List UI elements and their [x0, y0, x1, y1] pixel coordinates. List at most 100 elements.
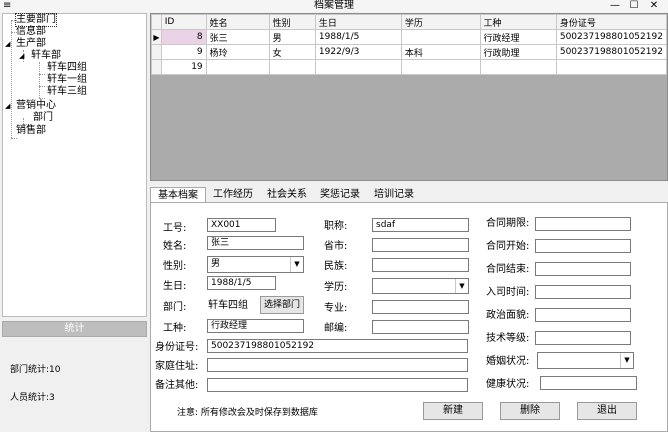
- grid-cell[interactable]: 500237198801052192: [555, 44, 667, 60]
- province-field[interactable]: [372, 238, 469, 252]
- column-header[interactable]: 性别: [268, 14, 316, 30]
- column-header[interactable]: 工种: [479, 14, 557, 30]
- grid-cell[interactable]: 1988/1/5: [314, 29, 402, 45]
- close-icon[interactable]: ✕: [646, 0, 662, 12]
- job-type-field[interactable]: 行政经理: [207, 319, 304, 333]
- grid-cell[interactable]: 行政经理: [479, 29, 557, 45]
- tree-node-dept[interactable]: 部门: [33, 112, 53, 124]
- tree-node-marketing-center[interactable]: 营销中心: [16, 100, 56, 112]
- grid-cell[interactable]: 19: [160, 59, 207, 75]
- grid-cell[interactable]: 本科: [400, 44, 481, 60]
- tree-node-car-group-3[interactable]: 轩车三组: [47, 86, 87, 98]
- contract-start-field[interactable]: [535, 239, 631, 253]
- grid-cell[interactable]: 9: [160, 44, 207, 60]
- delete-button[interactable]: 删除: [500, 402, 560, 420]
- contract-end-label: 合同结束:: [486, 264, 530, 275]
- chevron-down-icon[interactable]: ▼: [620, 353, 633, 368]
- grid-cell[interactable]: 500237198801052192: [555, 29, 667, 45]
- remark-field[interactable]: [207, 378, 468, 392]
- grid-cell[interactable]: 张三: [205, 29, 270, 45]
- major-field[interactable]: [372, 300, 469, 314]
- name-field[interactable]: 张三: [207, 236, 304, 250]
- table-row[interactable]: 9 杨玲 女 1922/9/3 本科 行政助理 5002371988010521…: [151, 44, 667, 60]
- row-header[interactable]: [151, 44, 162, 60]
- select-dept-button[interactable]: 选择部门: [260, 296, 304, 314]
- title-bar: ≡ 档案管理 — ☐ ✕: [0, 0, 668, 12]
- grid-cell[interactable]: [400, 29, 481, 45]
- grid-header-row: ID 姓名 性别 生日 学历 工种 身份证号: [151, 14, 667, 30]
- row-header[interactable]: [151, 59, 162, 75]
- tree-node-car-group-1[interactable]: 轩车一组: [47, 74, 87, 86]
- tree-expander-icon[interactable]: ◢: [5, 100, 10, 112]
- tab-training-records[interactable]: 培训记录: [369, 187, 419, 203]
- marital-select[interactable]: ▼: [537, 352, 634, 369]
- grid-cell[interactable]: [205, 59, 270, 75]
- health-label: 健康状况:: [486, 379, 530, 390]
- tree-expander-icon[interactable]: ◢: [5, 38, 10, 50]
- major-label: 专业:: [324, 303, 348, 314]
- employee-grid[interactable]: ID 姓名 性别 生日 学历 工种 身份证号 ▶ 8 张三 男 1988/1/5…: [150, 13, 668, 181]
- contract-start-label: 合同开始:: [486, 241, 530, 252]
- grid-cell[interactable]: [314, 59, 402, 75]
- remark-label: 备注其他:: [155, 380, 199, 391]
- title-field[interactable]: sdaf: [372, 218, 469, 232]
- basic-profile-panel: 工号: XX001 姓名: 张三 性别: 男 ▼ 生日: 1988/1/5 部门…: [150, 202, 668, 432]
- new-button[interactable]: 新建: [423, 402, 483, 420]
- column-header[interactable]: 学历: [400, 14, 481, 30]
- minimize-icon[interactable]: —: [607, 0, 623, 12]
- chevron-down-icon[interactable]: ▼: [455, 279, 468, 293]
- maximize-icon[interactable]: ☐: [626, 0, 642, 12]
- stats-header: 统计: [2, 321, 147, 337]
- tree-node-car-dept[interactable]: 轩车部: [31, 50, 61, 62]
- contract-term-label: 合同期限:: [486, 218, 530, 229]
- column-header[interactable]: 生日: [314, 14, 402, 30]
- tab-social-relations[interactable]: 社会关系: [262, 187, 312, 203]
- grid-cell[interactable]: 1922/9/3: [314, 44, 402, 60]
- grid-cell[interactable]: 女: [268, 44, 316, 60]
- person-count: 人员统计:3: [10, 393, 55, 403]
- tree-expander-icon[interactable]: ◢: [19, 50, 24, 62]
- education-label: 学历:: [324, 282, 348, 293]
- archive-window: ≡ 档案管理 — ☐ ✕ 主要部门 信息部 ◢ 生产部 ◢ 轩车部 轩车四组 轩…: [0, 0, 668, 432]
- birthday-label: 生日:: [163, 281, 187, 292]
- tab-work-history[interactable]: 工作经历: [208, 187, 258, 203]
- education-select[interactable]: ▼: [372, 278, 469, 294]
- grid-cell[interactable]: 男: [268, 29, 316, 45]
- column-header[interactable]: 身份证号: [555, 14, 667, 30]
- tree-node-sales-dept[interactable]: 销售部: [16, 125, 46, 137]
- contract-end-field[interactable]: [535, 262, 631, 276]
- column-header[interactable]: ID: [160, 14, 207, 30]
- table-row[interactable]: 19: [151, 59, 667, 75]
- address-field[interactable]: [207, 358, 468, 372]
- grid-cell[interactable]: 行政助理: [479, 44, 557, 60]
- job-no-field[interactable]: XX001: [207, 218, 276, 232]
- ethnic-field[interactable]: [372, 258, 469, 272]
- gender-select[interactable]: 男 ▼: [207, 256, 304, 273]
- grid-cell[interactable]: [479, 59, 557, 75]
- health-field[interactable]: [540, 376, 637, 390]
- row-header-corner: [151, 14, 162, 30]
- grid-cell[interactable]: 8: [160, 29, 207, 45]
- tab-basic-profile[interactable]: 基本档案: [150, 187, 206, 203]
- chevron-down-icon[interactable]: ▼: [290, 257, 303, 272]
- political-field[interactable]: [535, 308, 631, 322]
- grid-cell[interactable]: [555, 59, 667, 75]
- grid-cell[interactable]: 杨玲: [205, 44, 270, 60]
- tree-node-info-dept[interactable]: 信息部: [16, 26, 46, 38]
- id-no-field[interactable]: 500237198801052192: [207, 339, 468, 353]
- postcode-field[interactable]: [372, 320, 469, 334]
- skill-field[interactable]: [535, 331, 631, 345]
- table-row[interactable]: ▶ 8 张三 男 1988/1/5 行政经理 50023719880105219…: [151, 29, 667, 45]
- exit-button[interactable]: 退出: [577, 402, 637, 420]
- hire-date-field[interactable]: [535, 285, 631, 299]
- grid-cell[interactable]: [400, 59, 481, 75]
- tree-node-car-group-4[interactable]: 轩车四组: [47, 62, 87, 74]
- column-header[interactable]: 姓名: [205, 14, 270, 30]
- department-tree[interactable]: 主要部门 信息部 ◢ 生产部 ◢ 轩车部 轩车四组 轩车一组 轩车三组 ◢ 营销…: [2, 13, 147, 317]
- birthday-field[interactable]: 1988/1/5: [207, 276, 276, 290]
- tab-rewards-penalties[interactable]: 奖惩记录: [315, 187, 365, 203]
- grid-cell[interactable]: [268, 59, 316, 75]
- tree-node-main-dept[interactable]: 主要部门: [15, 13, 57, 27]
- contract-term-field[interactable]: [535, 217, 631, 231]
- tree-node-production-dept[interactable]: 生产部: [16, 38, 46, 50]
